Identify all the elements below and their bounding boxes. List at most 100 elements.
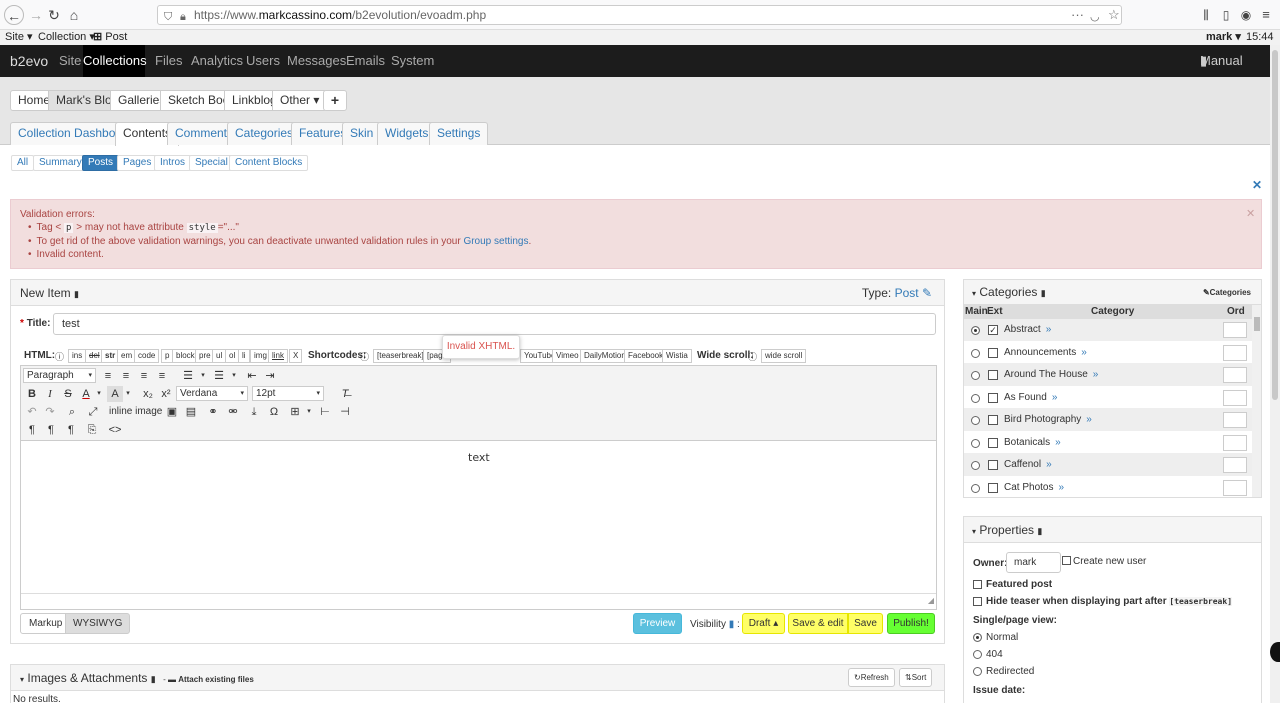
collection-menu[interactable]: Collection ▾ bbox=[38, 30, 95, 45]
subtab-pages[interactable]: Pages bbox=[117, 155, 158, 171]
tab-widgets[interactable]: Widgets bbox=[377, 122, 437, 145]
outdent-icon[interactable]: ⇤ bbox=[244, 368, 260, 384]
link-icon[interactable]: ⚭ bbox=[205, 404, 221, 420]
clear-formatting-icon[interactable]: T̶ bbox=[337, 386, 353, 402]
subtab-special[interactable]: Special bbox=[189, 155, 234, 171]
image-icon[interactable]: ▣ bbox=[164, 404, 180, 420]
collapse-icon[interactable]: ▾ bbox=[20, 675, 24, 684]
back-arrow-icon[interactable]: ← bbox=[4, 5, 24, 25]
chevron-down-icon[interactable]: ▾ bbox=[120, 386, 136, 402]
sidebar-icon[interactable]: ▯ bbox=[1216, 5, 1236, 25]
nav-emails[interactable]: Emails bbox=[346, 45, 385, 77]
owner-input[interactable]: mark bbox=[1006, 552, 1061, 573]
main-category-radio[interactable] bbox=[971, 326, 980, 335]
undo-icon[interactable]: ↶ bbox=[24, 404, 40, 420]
home-icon[interactable]: ⌂ bbox=[64, 5, 84, 25]
save-edit-button[interactable]: Save & edit bbox=[788, 613, 848, 634]
subscript-icon[interactable]: x₂ bbox=[140, 386, 156, 402]
lock-icon[interactable]: 🔒︎ bbox=[180, 8, 186, 26]
editor-content[interactable]: text bbox=[468, 451, 490, 464]
align-justify-icon[interactable]: ≡ bbox=[154, 368, 170, 384]
category-row[interactable]: As Found» bbox=[964, 386, 1252, 409]
indent-icon[interactable]: ⇥ bbox=[262, 368, 278, 384]
category-order-input[interactable] bbox=[1223, 479, 1247, 496]
extra-category-checkbox[interactable] bbox=[988, 347, 998, 358]
category-row[interactable]: ✓ Abstract» bbox=[964, 319, 1252, 341]
nav-collections[interactable]: Collections bbox=[83, 45, 147, 77]
collapse-icon[interactable]: ▾ bbox=[972, 527, 976, 536]
category-order-input[interactable] bbox=[1223, 389, 1247, 406]
subtab-all[interactable]: All bbox=[11, 155, 35, 171]
wysiwyg-tab[interactable]: WYSIWYG bbox=[65, 613, 131, 634]
categories-edit-link[interactable]: ✎Categories bbox=[1203, 280, 1251, 305]
main-category-radio[interactable] bbox=[971, 348, 980, 358]
collapse-icon[interactable]: ▾ bbox=[972, 289, 976, 298]
rtl-icon[interactable]: ¶ bbox=[63, 422, 79, 438]
info-icon[interactable]: ⓘ bbox=[360, 350, 369, 363]
font-size-select[interactable]: 12pt ▾ bbox=[252, 386, 324, 401]
library-icon[interactable]: ⫼ bbox=[1196, 5, 1216, 25]
category-row[interactable]: Botanicals» bbox=[964, 431, 1252, 454]
menu-icon[interactable]: ≡ bbox=[1256, 5, 1276, 25]
qt-code-button[interactable]: code bbox=[134, 349, 160, 363]
nav-messages[interactable]: Messages bbox=[287, 45, 346, 77]
extra-category-checkbox[interactable] bbox=[988, 482, 998, 493]
category-arrow[interactable]: » bbox=[1046, 324, 1052, 335]
pocket-icon[interactable]: ◡ bbox=[1090, 8, 1100, 26]
forward-arrow-icon[interactable]: → bbox=[26, 5, 46, 25]
scrollbar-thumb[interactable] bbox=[1254, 317, 1260, 331]
dailymotion-button[interactable]: DailyMotion bbox=[580, 349, 630, 363]
category-row[interactable]: Announcements» bbox=[964, 341, 1252, 364]
refresh-button[interactable]: ↻Refresh bbox=[848, 668, 895, 687]
italic-icon[interactable]: I bbox=[42, 386, 58, 402]
main-category-radio[interactable] bbox=[971, 371, 980, 380]
align-left-icon[interactable]: ≡ bbox=[100, 368, 116, 384]
nav-analytics[interactable]: Analytics bbox=[191, 45, 243, 77]
fullscreen-icon[interactable]: ⤢ bbox=[85, 404, 101, 420]
chevron-down-icon[interactable]: ▾ bbox=[195, 368, 211, 384]
category-arrow[interactable]: » bbox=[1093, 369, 1099, 380]
main-category-radio[interactable] bbox=[971, 483, 980, 493]
post-link[interactable]: ⊞ Post bbox=[93, 30, 127, 45]
nav-users[interactable]: Users bbox=[246, 45, 280, 77]
attach-files-link[interactable]: - ▬ Attach existing files bbox=[163, 675, 254, 684]
redo-icon[interactable]: ↷ bbox=[42, 404, 58, 420]
media-icon[interactable]: ▤ bbox=[183, 404, 199, 420]
add-collection-button[interactable]: + bbox=[323, 90, 347, 111]
subtab-summary[interactable]: Summary bbox=[33, 155, 88, 171]
brand-logo[interactable]: b2evo bbox=[10, 45, 48, 77]
align-center-icon[interactable]: ≡ bbox=[118, 368, 134, 384]
source-code-icon[interactable]: <> bbox=[107, 422, 123, 438]
bullet-list-icon[interactable]: ☰ bbox=[180, 368, 196, 384]
floating-widget[interactable] bbox=[1270, 642, 1280, 662]
account-icon[interactable]: ◉ bbox=[1236, 5, 1256, 25]
book-icon[interactable]: ▮ bbox=[151, 674, 156, 684]
normal-radio[interactable] bbox=[973, 633, 982, 642]
category-order-input[interactable] bbox=[1223, 412, 1247, 428]
format-select[interactable]: Paragraph ▾ bbox=[23, 368, 96, 383]
category-row[interactable]: Around The House» bbox=[964, 364, 1252, 386]
unlink-icon[interactable]: ⚮ bbox=[225, 404, 241, 420]
extra-category-checkbox[interactable] bbox=[988, 437, 998, 448]
vimeo-button[interactable]: Vimeo bbox=[552, 349, 583, 363]
main-category-radio[interactable] bbox=[971, 393, 980, 403]
category-arrow[interactable]: » bbox=[1052, 392, 1058, 403]
markup-tab[interactable]: Markup bbox=[20, 613, 72, 634]
chevron-down-icon[interactable]: ▾ bbox=[301, 404, 317, 420]
404-radio[interactable] bbox=[973, 650, 982, 659]
align-right-icon[interactable]: ≡ bbox=[136, 368, 152, 384]
more-icon[interactable]: ··· bbox=[1071, 6, 1084, 24]
main-category-radio[interactable] bbox=[971, 438, 980, 448]
category-order-input[interactable] bbox=[1223, 457, 1247, 473]
font-family-select[interactable]: Verdana ▾ bbox=[176, 386, 248, 401]
user-menu[interactable]: mark ▾ bbox=[1206, 30, 1241, 45]
info-icon[interactable]: ⓘ bbox=[748, 350, 757, 363]
edit-icon[interactable]: ✎ bbox=[922, 286, 932, 300]
tab-skin[interactable]: Skin bbox=[342, 122, 382, 145]
category-row[interactable]: Cat Photos» bbox=[964, 476, 1252, 497]
qt-link-button[interactable]: link bbox=[268, 349, 289, 363]
hide-teaser-checkbox[interactable] bbox=[973, 597, 982, 606]
tab-categories[interactable]: Categories bbox=[227, 122, 302, 145]
facebook-button[interactable]: Facebook bbox=[624, 349, 668, 363]
category-order-input[interactable] bbox=[1223, 322, 1247, 338]
